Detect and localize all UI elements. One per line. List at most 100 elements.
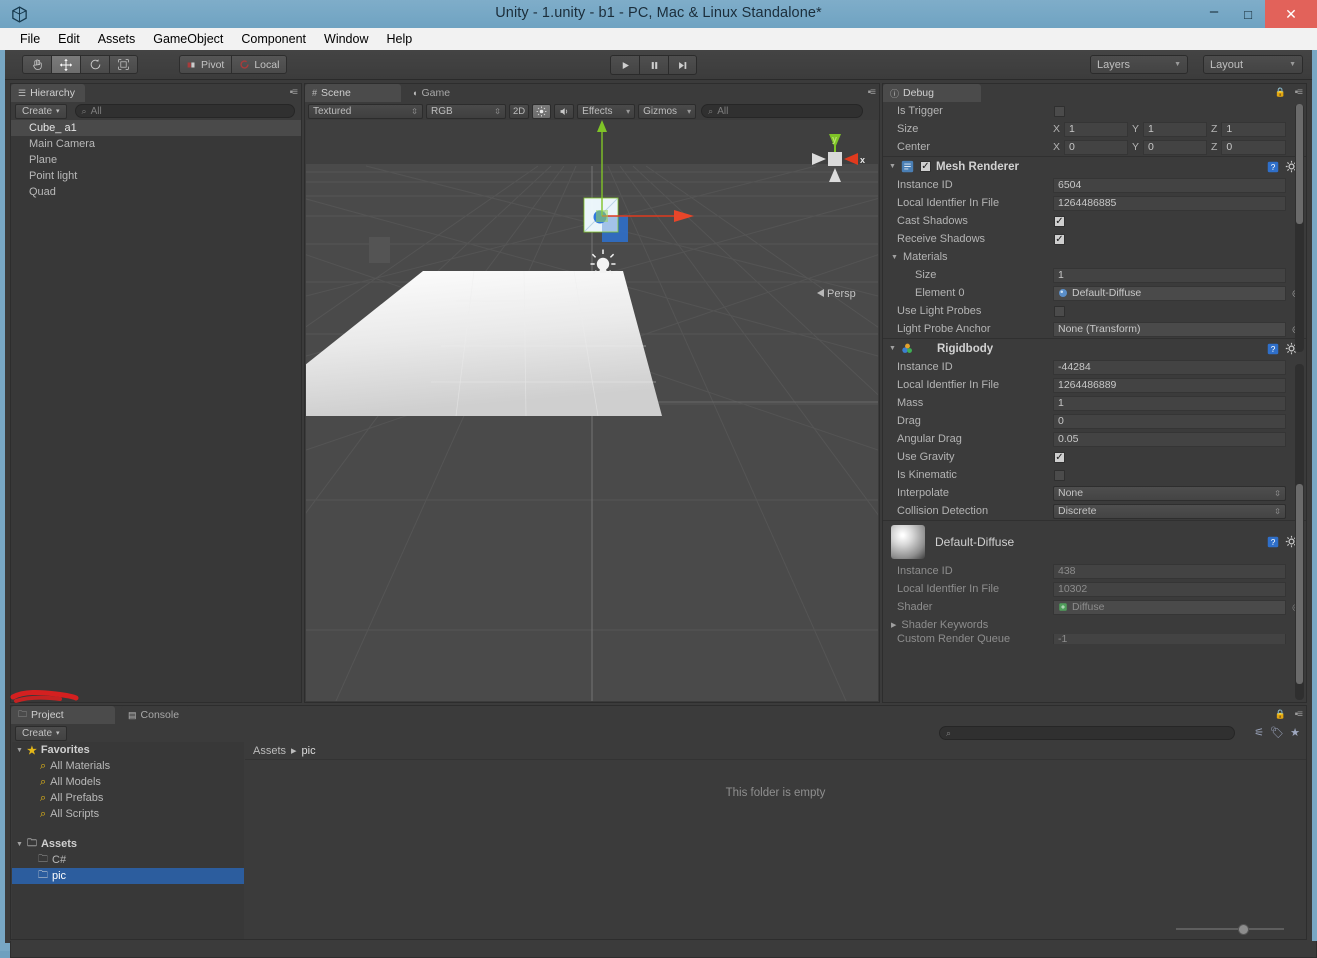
foldout-arrow-icon[interactable]: ▼ (889, 345, 896, 352)
pause-button[interactable] (639, 55, 668, 75)
close-button[interactable]: ✕ (1265, 0, 1317, 28)
center-z-input[interactable]: 0 (1221, 139, 1286, 155)
breadcrumb-current[interactable]: pic (302, 745, 316, 757)
project-tree-all-models[interactable]: ⌕ All Models (12, 774, 244, 790)
inspector-row[interactable]: Instance ID 6504 (883, 176, 1306, 194)
inspector-menu-icon[interactable]: ▪≡ (1295, 87, 1303, 98)
scene-search-input[interactable]: ⌕ All (701, 104, 864, 118)
tab-console[interactable]: ▤ Console (121, 706, 190, 724)
menu-edit[interactable]: Edit (50, 30, 88, 48)
center-vector-field[interactable]: X 0 Y 0 Z 0 (1053, 139, 1286, 155)
inspector-row[interactable]: Light Probe Anchor None (Transform) ◎ (883, 320, 1306, 338)
inspector-row[interactable]: Drag 0 (883, 412, 1306, 430)
tab-game[interactable]: ◖ Game (405, 84, 461, 102)
foldout-arrow-icon[interactable]: ▼ (889, 163, 896, 170)
maximize-button[interactable]: □ (1231, 0, 1265, 28)
project-tree-assets[interactable]: ▼ 🗀 Assets (12, 836, 244, 852)
move-tool-button[interactable] (51, 55, 80, 74)
drag-field[interactable]: 0 (1053, 413, 1286, 429)
inspector-row[interactable]: Receive Shadows ✓ (883, 230, 1306, 248)
size-y-input[interactable]: 1 (1143, 121, 1207, 137)
menu-assets[interactable]: Assets (90, 30, 144, 48)
cast-shadows-checkbox[interactable]: ✓ (1054, 215, 1065, 227)
minimize-button[interactable]: – (1197, 0, 1231, 28)
project-tree-csharp[interactable]: 🗀 C# (12, 852, 244, 868)
inspector-row[interactable]: Angular Drag 0.05 (883, 430, 1306, 448)
mesh-local-id-field[interactable]: 1264486885 (1053, 195, 1286, 211)
step-button[interactable] (668, 55, 697, 75)
scene-draw-mode-dropdown[interactable]: Textured ⇳ (308, 103, 423, 119)
project-create-button[interactable]: Create ▾ (15, 725, 67, 741)
hierarchy-search-input[interactable]: ⌕ All (74, 104, 295, 118)
inspector-scrollbar-upper[interactable] (1295, 104, 1304, 352)
materials-size-field[interactable]: 1 (1053, 267, 1286, 283)
project-tree-all-prefabs[interactable]: ⌕ All Prefabs (12, 790, 244, 806)
size-x-input[interactable]: 1 (1064, 121, 1128, 137)
scene-2d-toggle[interactable]: 2D (509, 103, 530, 119)
scene-gizmos-dropdown[interactable]: Gizmos ▾ (638, 103, 697, 119)
lock-icon[interactable]: 🔒 (1275, 709, 1286, 720)
angular-drag-field[interactable]: 0.05 (1053, 431, 1286, 447)
menu-gameobject[interactable]: GameObject (145, 30, 231, 48)
menu-help[interactable]: Help (378, 30, 420, 48)
project-search-input[interactable]: ⌕ (939, 726, 1235, 740)
scene-lighting-toggle[interactable] (532, 103, 552, 119)
play-button[interactable] (610, 55, 639, 75)
menu-file[interactable]: File (12, 30, 48, 48)
use-light-probes-checkbox[interactable] (1054, 305, 1065, 317)
project-tree-favorites[interactable]: ▼ ★ Favorites (12, 742, 244, 758)
thumbnail-zoom-slider[interactable] (1176, 923, 1284, 935)
center-y-input[interactable]: 0 (1143, 139, 1207, 155)
hierarchy-list[interactable]: Cube_ a1 Main Camera Plane Point light Q… (11, 120, 301, 200)
inspector-row[interactable]: Use Light Probes (883, 302, 1306, 320)
project-content-area[interactable]: Assets ▸ pic This folder is empty (245, 742, 1306, 939)
hierarchy-item-plane[interactable]: Plane (11, 152, 301, 168)
is-kinematic-checkbox[interactable] (1054, 469, 1065, 481)
hierarchy-item-cube[interactable]: Cube_ a1 (11, 120, 301, 136)
hierarchy-item-quad[interactable]: Quad (11, 184, 301, 200)
scene-menu-icon[interactable]: ▪≡ (868, 87, 876, 98)
center-x-input[interactable]: 0 (1064, 139, 1128, 155)
hierarchy-create-button[interactable]: Create ▾ (15, 103, 67, 119)
inspector-scrollbar-lower[interactable] (1295, 364, 1304, 700)
project-menu-icon[interactable]: ▪≡ (1295, 709, 1303, 720)
inspector-row[interactable]: Interpolate None ⇳ (883, 484, 1306, 502)
is-trigger-checkbox[interactable] (1054, 105, 1065, 117)
breadcrumb-root[interactable]: Assets (253, 745, 286, 757)
tab-project[interactable]: 🗀 Project (11, 706, 115, 724)
interpolate-select[interactable]: None ⇳ (1053, 485, 1286, 501)
scale-tool-button[interactable] (109, 55, 138, 74)
rb-local-id-field[interactable]: 1264486889 (1053, 377, 1286, 393)
tab-hierarchy[interactable]: ☰ Hierarchy (11, 84, 86, 102)
receive-shadows-checkbox[interactable]: ✓ (1054, 233, 1065, 245)
scene-viewport[interactable]: x y Persp (306, 120, 878, 701)
filter-type-icon[interactable]: ⚟ (1254, 726, 1264, 739)
inspector-row[interactable]: Size 1 (883, 266, 1306, 284)
menu-component[interactable]: Component (233, 30, 314, 48)
inspector-row[interactable]: Element 0 Default-Diffuse ◎ (883, 284, 1306, 302)
tab-debug[interactable]: ⓘ Debug (883, 84, 981, 102)
inspector-row[interactable]: Collision Detection Discrete ⇳ (883, 502, 1306, 520)
inspector-row[interactable]: Is Kinematic (883, 466, 1306, 484)
inspector-row[interactable]: Local Identfier In File 1264486889 (883, 376, 1306, 394)
foldout-arrow-icon[interactable]: ▶ (891, 621, 896, 629)
mesh-instance-id-field[interactable]: 6504 (1053, 177, 1286, 193)
inspector-row-size-vector[interactable]: Size X 1 Y 1 Z 1 (883, 120, 1306, 138)
filter-favorite-icon[interactable]: ★ (1290, 726, 1300, 739)
material-inspector-header[interactable]: Default-Diffuse ? (883, 520, 1306, 562)
rb-instance-id-field[interactable]: -44284 (1053, 359, 1286, 375)
component-header-rigidbody[interactable]: ▼ Rigidbody ? (883, 338, 1306, 358)
inspector-row[interactable]: Cast Shadows ✓ (883, 212, 1306, 230)
foldout-arrow-icon[interactable]: ▼ (16, 747, 23, 754)
size-vector-field[interactable]: X 1 Y 1 Z 1 (1053, 121, 1286, 137)
material-element0-field[interactable]: Default-Diffuse (1053, 285, 1286, 301)
scene-color-mode-dropdown[interactable]: RGB ⇳ (426, 103, 506, 119)
layers-dropdown[interactable]: Layers ▼ (1090, 55, 1188, 74)
project-tree-all-scripts[interactable]: ⌕ All Scripts (12, 806, 244, 822)
inspector-row-is-trigger[interactable]: Is Trigger (883, 102, 1306, 120)
inspector-row[interactable]: Instance ID -44284 (883, 358, 1306, 376)
project-tree-pic[interactable]: 🗀 pic (12, 868, 244, 884)
inspector-row-center-vector[interactable]: Center X 0 Y 0 Z 0 (883, 138, 1306, 156)
mesh-renderer-enabled-checkbox[interactable]: ✓ (919, 161, 931, 172)
filter-label-icon[interactable]: 🏷 (1270, 726, 1284, 739)
